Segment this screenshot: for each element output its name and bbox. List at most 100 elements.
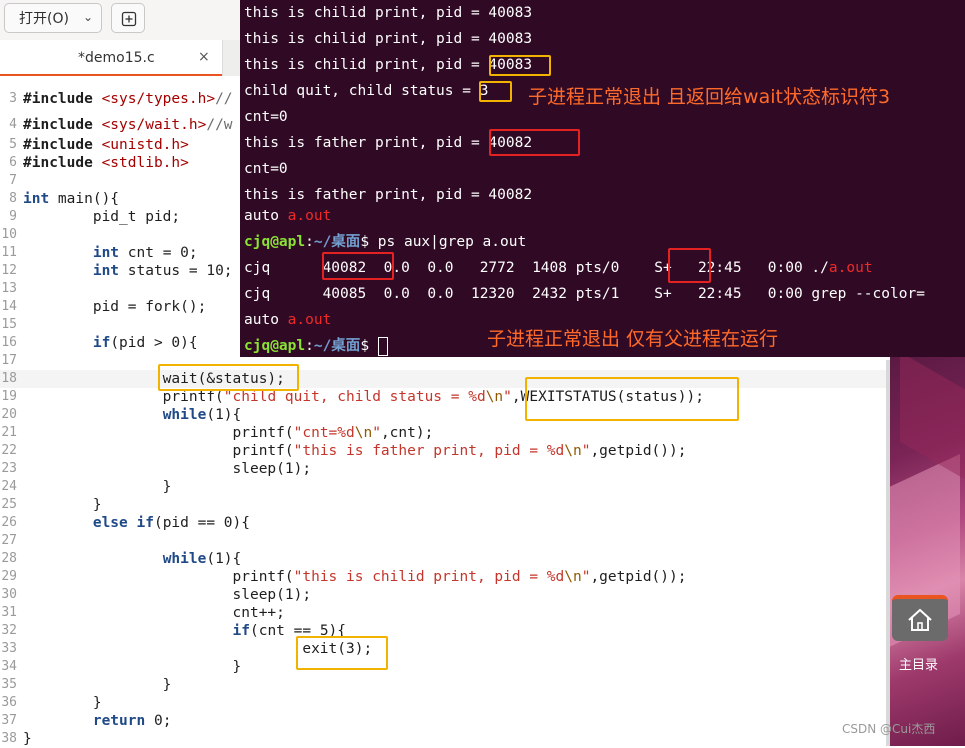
- code-text: }: [23, 731, 32, 747]
- keyword: if: [232, 623, 250, 639]
- prompt-path: ~/桌面: [313, 338, 361, 354]
- code-line: 35 }: [0, 676, 888, 694]
- highlighted-match: a.out: [287, 312, 332, 328]
- code-text: printf(: [23, 425, 294, 441]
- line-number: 26: [1, 515, 17, 530]
- prompt-path: ~/桌面: [313, 234, 361, 250]
- keyword: else: [92, 515, 128, 531]
- keyword: return: [92, 713, 146, 729]
- watermark: CSDN @Cui杰西: [842, 722, 936, 736]
- header-name: <unistd.h>: [101, 137, 189, 153]
- tab-title: *demo15.c: [78, 50, 155, 66]
- line-number: 4: [9, 117, 17, 132]
- highlight-box-ps-pid: [322, 252, 394, 280]
- keyword: while: [162, 407, 207, 423]
- code-line: 29 printf("this is chilid print, pid = %…: [0, 568, 888, 586]
- current-line: 18 wait(&status);: [0, 370, 888, 388]
- annotation-parent-note: 子进程正常退出 仅有父进程在运行: [487, 328, 779, 350]
- terminal-command: ps aux|grep a.out: [377, 234, 527, 250]
- code-line: 24 }: [0, 478, 888, 496]
- escape-sequence: \n: [564, 569, 582, 585]
- terminal-text: auto: [244, 312, 288, 328]
- escape-sequence: \n: [485, 389, 504, 405]
- terminal-cursor: [377, 336, 388, 356]
- prompt-separator: :: [305, 338, 314, 354]
- line-number: 35: [1, 677, 17, 692]
- chevron-down-icon: ⌄: [82, 10, 93, 24]
- ps-row: cjq 40085 0.0 0.0 12320 2432 pts/1 S+ 22…: [244, 286, 925, 302]
- line-number: 21: [1, 425, 17, 440]
- code-text: ,cnt);: [380, 425, 434, 441]
- prompt-user: cjq@apl: [244, 338, 306, 354]
- string-literal: ": [372, 425, 381, 441]
- type-keyword: int: [92, 263, 120, 279]
- code-line: 25 }: [0, 496, 888, 514]
- line-number: 17: [1, 353, 17, 368]
- line-number: 20: [1, 407, 17, 422]
- code-text: pid_t pid;: [23, 209, 181, 225]
- close-icon[interactable]: ×: [198, 49, 210, 65]
- code-line: 38}: [0, 730, 888, 748]
- code-line: 30 sleep(1);: [0, 586, 888, 604]
- keyword: if: [136, 515, 154, 531]
- keyword: if: [92, 335, 111, 351]
- keyword: while: [162, 551, 207, 567]
- code-line: 31 cnt++;: [0, 604, 888, 622]
- code-text: }: [23, 695, 102, 711]
- house-icon: [908, 608, 932, 631]
- code-text: printf(: [23, 569, 294, 585]
- highlight-box-wait: [158, 364, 299, 391]
- header-name: <stdlib.h>: [101, 155, 189, 171]
- line-number: 37: [1, 713, 17, 728]
- code-text: }: [23, 497, 102, 513]
- escape-sequence: \n: [354, 425, 373, 441]
- type-keyword: int: [92, 245, 120, 261]
- prompt-symbol: $: [360, 338, 378, 354]
- prompt-user: cjq@apl: [244, 234, 306, 250]
- line-number: 27: [1, 533, 17, 548]
- open-button-label: 打开(O): [19, 11, 69, 27]
- terminal-line: cnt=0: [244, 161, 288, 177]
- line-number: 34: [1, 659, 17, 674]
- code-line: 19 printf("child quit, child status = %d…: [0, 388, 888, 406]
- line-number: 29: [1, 569, 17, 584]
- line-number: 14: [1, 299, 17, 314]
- line-number: 8: [9, 191, 17, 206]
- escape-sequence: \n: [564, 443, 582, 459]
- code-text: }: [23, 479, 172, 495]
- line-number: 11: [1, 245, 17, 260]
- highlighted-match: a.out: [828, 260, 873, 276]
- line-number: 38: [1, 731, 17, 746]
- tab-bar: *demo15.c ×: [0, 40, 245, 76]
- tab-demo15[interactable]: *demo15.c ×: [0, 40, 223, 76]
- terminal-line: child quit, child status = 3: [244, 83, 489, 99]
- new-document-icon: [121, 11, 137, 27]
- line-number: 7: [9, 173, 17, 188]
- string-literal: "this is chilid print, pid = %d: [293, 569, 565, 585]
- highlight-box-father-pid: [489, 129, 580, 156]
- code-line: 32 if(cnt == 5){: [0, 622, 888, 640]
- open-button[interactable]: 打开(O) ⌄: [4, 3, 102, 33]
- home-folder-icon[interactable]: [892, 595, 948, 641]
- type-keyword: int: [23, 191, 50, 207]
- code-line: 26 else if(pid == 0){: [0, 514, 888, 532]
- home-folder-label: 主目录: [899, 658, 939, 673]
- terminal-prompt-line: cjq@apl:~/桌面$ ps aux|grep a.out: [244, 231, 526, 253]
- new-document-button[interactable]: [111, 3, 145, 33]
- string-literal: "cnt=%d: [293, 425, 355, 441]
- line-number: 31: [1, 605, 17, 620]
- code-text: }: [23, 677, 172, 693]
- code-line: 37 return 0;: [0, 712, 888, 730]
- code-text: main(){: [49, 191, 120, 207]
- header-name: <sys/wait.h>: [101, 117, 207, 133]
- line-number: 5: [9, 137, 17, 152]
- terminal-text: auto: [244, 208, 288, 224]
- line-number: 18: [1, 371, 17, 386]
- line-number: 28: [1, 551, 17, 566]
- terminal-prompt-line: cjq@apl:~/桌面$: [244, 335, 388, 357]
- code-line: 33 exit(3);: [0, 640, 888, 658]
